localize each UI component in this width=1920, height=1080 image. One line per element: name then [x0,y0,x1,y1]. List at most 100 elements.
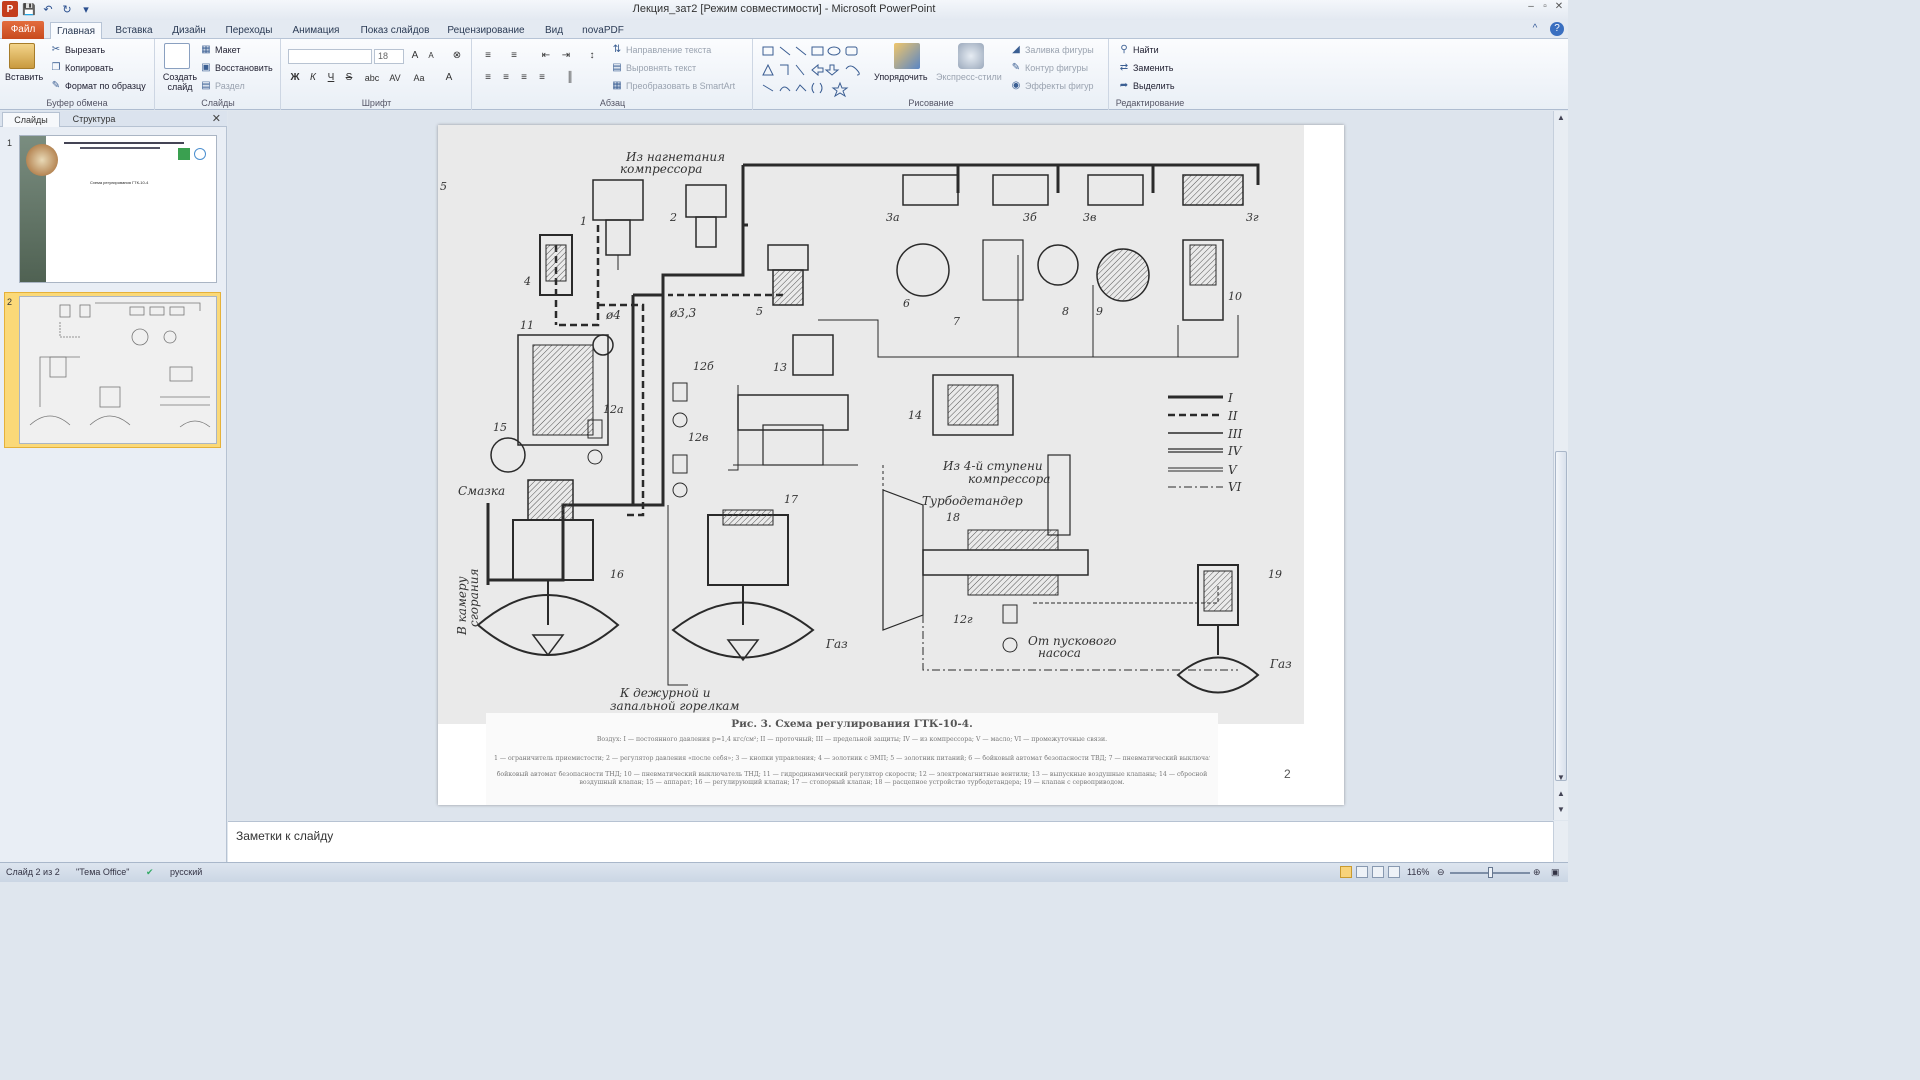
tab-review[interactable]: Рецензирование [440,22,532,39]
thumbnail-header-line [80,147,160,149]
tab-outline[interactable]: Структура [62,112,126,127]
close-pane-icon[interactable]: ✕ [212,112,221,125]
font-size-input[interactable]: 18 [374,49,404,64]
previous-slide-icon[interactable]: ▲ [1554,787,1568,801]
tab-file[interactable]: Файл [2,21,44,39]
new-slide-icon[interactable] [164,43,190,69]
slide-editing-area: Из нагнетания компрессора ø4 ø3,3 Из 4-й… [228,111,1553,820]
change-case-button[interactable]: Aa [410,71,428,85]
font-color-button[interactable]: A [442,71,456,85]
minimize-button[interactable]: – [1524,0,1538,16]
slide-sorter-icon[interactable] [1356,866,1368,878]
shapes-gallery[interactable] [760,44,870,100]
tab-home[interactable]: Главная [50,22,102,39]
zoom-level[interactable]: 116% [1407,867,1429,877]
notes-scrollbar[interactable] [1553,821,1568,862]
cut-button[interactable]: ✂ Вырезать [50,44,105,56]
language-indicator[interactable]: русский [170,867,202,877]
zoom-out-icon[interactable]: ⊖ [1437,867,1445,878]
underline-button[interactable]: Ч [324,71,338,85]
minimize-ribbon-icon[interactable]: ^ [1528,22,1542,36]
help-icon[interactable]: ? [1550,22,1564,36]
diagram-label: ø3,3 [669,306,697,320]
regulation-scheme-diagram: Из нагнетания компрессора ø4 ø3,3 Из 4-й… [440,150,1292,713]
columns-icon[interactable]: ║ [563,71,577,85]
scroll-down-icon[interactable]: ▼ [1554,771,1568,785]
shrink-font-icon[interactable]: A [424,49,438,63]
tab-view[interactable]: Вид [536,22,572,39]
scroll-thumb[interactable] [1555,451,1567,781]
replace-button[interactable]: ⇄ Заменить [1118,62,1174,74]
align-text-label: Выровнять текст [626,63,697,73]
strike-button[interactable]: S [342,71,356,85]
normal-view-icon[interactable] [1340,866,1352,878]
bold-button[interactable]: Ж [288,71,302,85]
slide-thumbnail-1[interactable]: Схема регулирования ГТК-10-4 [19,135,217,283]
vertical-scrollbar[interactable]: ▲ ▼ ▲ ▼ [1553,111,1568,820]
diagram-number: 19 [1268,568,1282,581]
tab-design[interactable]: Дизайн [164,22,214,39]
tab-slides[interactable]: Слайды [2,112,60,127]
decrease-indent-icon[interactable]: ⇤ [539,49,553,63]
scanned-diagram-image: Из нагнетания компрессора ø4 ø3,3 Из 4-й… [438,125,1304,724]
smartart-button[interactable]: ▦ Преобразовать в SmartArt [611,80,735,92]
italic-button[interactable]: К [306,71,320,85]
close-button[interactable]: ✕ [1552,0,1566,16]
increase-indent-icon[interactable]: ⇥ [559,49,573,63]
reading-view-icon[interactable] [1372,866,1384,878]
quick-styles-button[interactable]: Экспресс-стили [936,72,1002,82]
arrange-icon[interactable] [894,43,920,69]
font-name-input[interactable] [288,49,372,64]
format-painter-button[interactable]: ✎ Формат по образцу [50,80,146,92]
text-direction-button[interactable]: ⇅ Направление текста [611,44,712,56]
shadow-button[interactable]: abc [362,71,382,85]
layout-button[interactable]: ▦ Макет [200,44,240,56]
fit-to-window-icon[interactable]: ▣ [1551,867,1560,878]
paste-icon[interactable] [9,43,35,69]
slide-thumbnail-2[interactable] [19,296,217,444]
thumbnail-header-line [64,142,184,144]
tab-novapdf[interactable]: novaPDF [576,22,630,39]
shape-fill-button[interactable]: ◢ Заливка фигуры [1010,44,1094,56]
tab-slideshow[interactable]: Показ слайдов [354,22,436,39]
align-text-button[interactable]: ▤ Выровнять текст [611,62,696,74]
slideshow-icon[interactable] [1388,866,1400,878]
align-right-icon[interactable]: ≡ [517,71,531,85]
tab-animation[interactable]: Анимация [284,22,348,39]
copy-label: Копировать [65,63,114,73]
tab-transitions[interactable]: Переходы [218,22,280,39]
zoom-slider-handle[interactable] [1488,867,1493,878]
scroll-up-icon[interactable]: ▲ [1554,111,1568,125]
clipboard-group: Вставить ✂ Вырезать ❐ Копировать ✎ Формат п… [0,39,155,110]
grow-font-icon[interactable]: A [408,49,422,63]
paste-button[interactable]: Вставить [5,72,43,82]
new-slide-button[interactable]: Создать слайд [160,72,200,92]
tab-insert[interactable]: Вставка [108,22,160,39]
clear-format-icon[interactable]: ⊗ [450,49,464,63]
slide-canvas[interactable]: Из нагнетания компрессора ø4 ø3,3 Из 4-й… [438,125,1344,805]
reset-button[interactable]: ▣ Восстановить [200,62,272,74]
copy-button[interactable]: ❐ Копировать [50,62,114,74]
zoom-in-icon[interactable]: ⊕ [1533,867,1541,878]
next-slide-icon[interactable]: ▼ [1554,803,1568,817]
notes-pane[interactable]: Заметки к слайду [228,821,1553,862]
restore-button[interactable]: ▫ [1538,0,1552,16]
slides-pane-tabs: Слайды Структура ✕ [0,111,227,127]
justify-icon[interactable]: ≡ [535,71,549,85]
arrange-button[interactable]: Упорядочить [874,72,928,82]
numbering-icon[interactable]: ≡ [507,49,521,63]
align-center-icon[interactable]: ≡ [499,71,513,85]
shape-outline-button[interactable]: ✎ Контур фигуры [1010,62,1088,74]
spacing-button[interactable]: AV [386,71,404,85]
section-button[interactable]: ▤ Раздел [200,80,244,92]
align-left-icon[interactable]: ≡ [481,71,495,85]
quick-styles-icon[interactable] [958,43,984,69]
legend-label: V [1228,463,1238,477]
line-spacing-icon[interactable]: ↕ [585,49,599,63]
bullets-icon[interactable]: ≡ [481,49,495,63]
shape-effects-button[interactable]: ◉ Эффекты фигур [1010,80,1094,92]
font-group: 18 A A ⊗ Ж К Ч S abc AV Aa A Шрифт [282,39,472,110]
select-button[interactable]: ➦ Выделить [1118,80,1175,92]
find-button[interactable]: ⚲ Найти [1118,44,1158,56]
spellcheck-icon[interactable]: ✔ [146,867,154,878]
